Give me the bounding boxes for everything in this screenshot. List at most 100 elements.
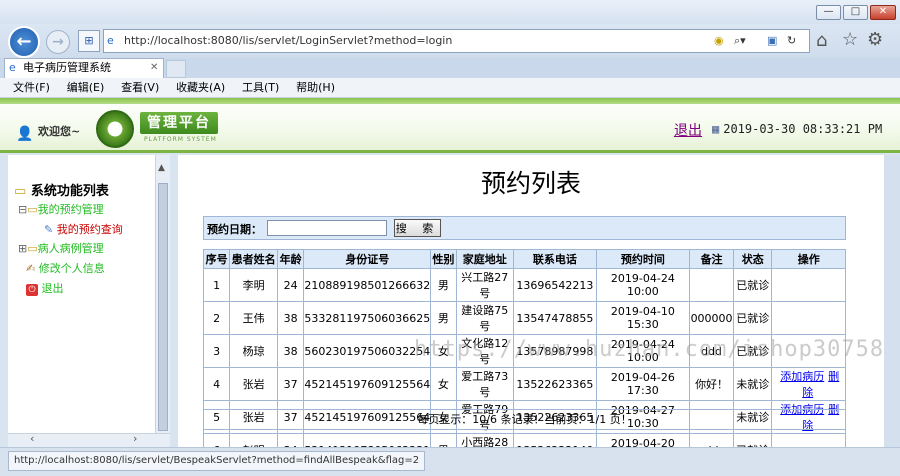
tree-item-appointment-query[interactable]: ✎ 我的预约查询 xyxy=(44,221,123,237)
date-input[interactable] xyxy=(267,220,387,236)
maximize-button[interactable]: □ xyxy=(843,5,868,20)
sidebar-title-text: 系统功能列表 xyxy=(30,184,109,199)
table-cell: 38 xyxy=(277,301,305,335)
home-icon[interactable]: ⌂ xyxy=(816,30,827,51)
tree-item-label: 我的预约查询 xyxy=(56,223,123,236)
close-window-button[interactable]: ✕ xyxy=(870,5,896,20)
search-dropdown-icon[interactable]: ⌕▾ xyxy=(734,30,746,52)
menu-view[interactable]: 查看(V) xyxy=(121,78,159,98)
logout-link[interactable]: 退出 xyxy=(674,120,702,140)
menu-bar: 文件(F) 编辑(E) 查看(V) 收藏夹(A) 工具(T) 帮助(H) xyxy=(0,78,900,98)
window-titlebar: — □ ✕ xyxy=(0,0,900,24)
address-toolbar: ← → ⊞ e http://localhost:8080/lis/servle… xyxy=(0,24,900,58)
gear-icon[interactable]: ⚙ xyxy=(867,29,883,50)
table-header-row: 序号 患者姓名 年龄 身份证号 性别 家庭地址 联系电话 预约时间 备注 状态 … xyxy=(202,249,846,269)
address-bar[interactable]: e http://localhost:8080/lis/servlet/Logi… xyxy=(103,29,810,53)
table-cell: 13578987998 xyxy=(512,334,597,368)
table-cell: 兴工路27号 xyxy=(455,268,514,302)
tree-item-appointment-manage[interactable]: ⊟▭我的预约管理 xyxy=(18,201,104,217)
refresh-icon[interactable]: ↻ xyxy=(787,30,796,52)
compat-view-icon[interactable]: ⊞ xyxy=(78,30,100,52)
sidebar-vertical-scrollbar[interactable]: ▲ xyxy=(155,155,170,447)
menu-tools[interactable]: 工具(T) xyxy=(242,78,279,98)
table-cell: 1 xyxy=(202,268,231,302)
tree-item-exit[interactable]: ⏻ 退出 xyxy=(26,280,64,296)
tree-item-label: 退出 xyxy=(41,282,64,295)
menu-file[interactable]: 文件(F) xyxy=(13,78,50,98)
status-bar: http://localhost:8080/lis/servlet/Bespea… xyxy=(0,447,900,476)
scroll-right-icon[interactable]: › xyxy=(133,432,137,445)
minimize-button[interactable]: — xyxy=(816,5,841,20)
table-cell: 3 xyxy=(202,334,231,368)
menu-favorites[interactable]: 收藏夹(A) xyxy=(176,78,225,98)
table-cell: 已就诊 xyxy=(733,268,773,302)
table-cell: 000000 xyxy=(689,301,735,335)
table-cell: 女 xyxy=(430,367,457,401)
scroll-thumb[interactable] xyxy=(158,183,168,431)
table-cell: 男 xyxy=(430,301,457,335)
pagination-info: 每页显示：10/6 条记录！当前页：1/1 页！ xyxy=(203,409,846,430)
favorites-star-icon[interactable]: ☆ xyxy=(842,29,858,50)
table-row: 3 杨琼 38 560230197506032254 女文化路12号 1357898799… xyxy=(202,334,846,368)
welcome-text: 欢迎您~ xyxy=(38,125,81,138)
new-tab-button[interactable] xyxy=(166,60,186,78)
menu-help[interactable]: 帮助(H) xyxy=(296,78,335,98)
table-cell: 2019-04-10 15:30 xyxy=(595,301,691,335)
col-header: 序号 xyxy=(202,249,231,269)
add-record-link[interactable]: 添加病历 xyxy=(780,370,824,383)
sidebar-title: ▭ 系统功能列表 xyxy=(14,180,109,199)
forward-arrow-icon[interactable]: → xyxy=(46,30,70,54)
page-title: 预约列表 xyxy=(480,169,581,198)
logo-text: 管理平台 xyxy=(140,112,218,134)
edit-page-icon: ✎ xyxy=(44,223,54,236)
table-row: 1 李明 24 210889198501266632 男兴工路27号 1369654221… xyxy=(202,268,846,302)
table-cell: 560230197506032254 xyxy=(303,334,432,368)
table-cell: 533281197506036625 xyxy=(303,301,432,335)
ie-tab-icon: e xyxy=(9,61,16,74)
close-tab-icon[interactable]: ✕ xyxy=(150,59,158,77)
search-button[interactable]: 搜 索 xyxy=(394,219,441,237)
back-arrow-icon[interactable]: ← xyxy=(8,26,40,58)
logo-icon xyxy=(96,110,134,148)
table-cell: 爱工路73号 xyxy=(455,367,514,401)
table-cell: 王伟 xyxy=(229,301,279,335)
sidebar-horizontal-scrollbar[interactable]: ‹ › xyxy=(8,432,170,447)
table-cell: 37 xyxy=(277,367,305,401)
tree-expand-icon[interactable]: ⊞ xyxy=(18,242,27,255)
folder-icon: ▭ xyxy=(27,242,38,255)
table-cell: ddd xyxy=(689,334,735,368)
address-url: http://localhost:8080/lis/servlet/LoginS… xyxy=(124,34,453,47)
table-cell: 已就诊 xyxy=(733,301,773,335)
scroll-up-icon[interactable]: ▲ xyxy=(158,163,165,173)
table-cell: 2019-04-24 10:00 xyxy=(595,268,691,302)
table-cell: 杨琼 xyxy=(229,334,279,368)
scroll-left-icon[interactable]: ‹ xyxy=(30,432,34,445)
col-header: 操作 xyxy=(771,249,846,269)
actions-cell xyxy=(771,334,846,368)
tree-expand-icon[interactable]: ⊟ xyxy=(18,203,27,216)
tree-item-edit-profile[interactable]: ✍ 修改个人信息 xyxy=(26,260,105,276)
appointment-table: 序号 患者姓名 年龄 身份证号 性别 家庭地址 联系电话 预约时间 备注 状态 … xyxy=(202,249,846,467)
menu-edit[interactable]: 编辑(E) xyxy=(67,78,105,98)
actions-cell xyxy=(771,301,846,335)
page-icon[interactable]: ▣ xyxy=(767,30,777,52)
datetime: ▦ 2019-03-30 08:33:21 PM xyxy=(712,122,882,136)
col-header: 备注 xyxy=(689,249,735,269)
app-header: 👤 欢迎您~ 管理平台 PLATFORM SYSTEM 退出 ▦ 2019-03-… xyxy=(0,98,900,153)
col-header: 状态 xyxy=(733,249,773,269)
compat-badge-icon[interactable]: ◉ xyxy=(714,30,724,52)
user-edit-icon: ✍ xyxy=(26,262,36,275)
table-cell: 4 xyxy=(202,367,231,401)
table-cell: 已就诊 xyxy=(733,334,773,368)
table-row: 4 张岩 37 452145197609125564 女爱工路73号 1352262336… xyxy=(202,367,846,401)
browser-tab[interactable]: e 电子病历管理系统 ✕ xyxy=(4,58,164,78)
tree-item-patient-records[interactable]: ⊞▭病人病例管理 xyxy=(18,240,104,256)
table-cell: 文化路12号 xyxy=(455,334,514,368)
table-cell: 李明 xyxy=(229,268,279,302)
table-cell: 张岩 xyxy=(229,367,279,401)
col-header: 性别 xyxy=(430,249,457,269)
actions-cell xyxy=(771,268,846,302)
ie-page-icon: e xyxy=(107,34,114,47)
table-cell: 13547478855 xyxy=(512,301,597,335)
search-label: 预约日期： xyxy=(207,223,262,236)
